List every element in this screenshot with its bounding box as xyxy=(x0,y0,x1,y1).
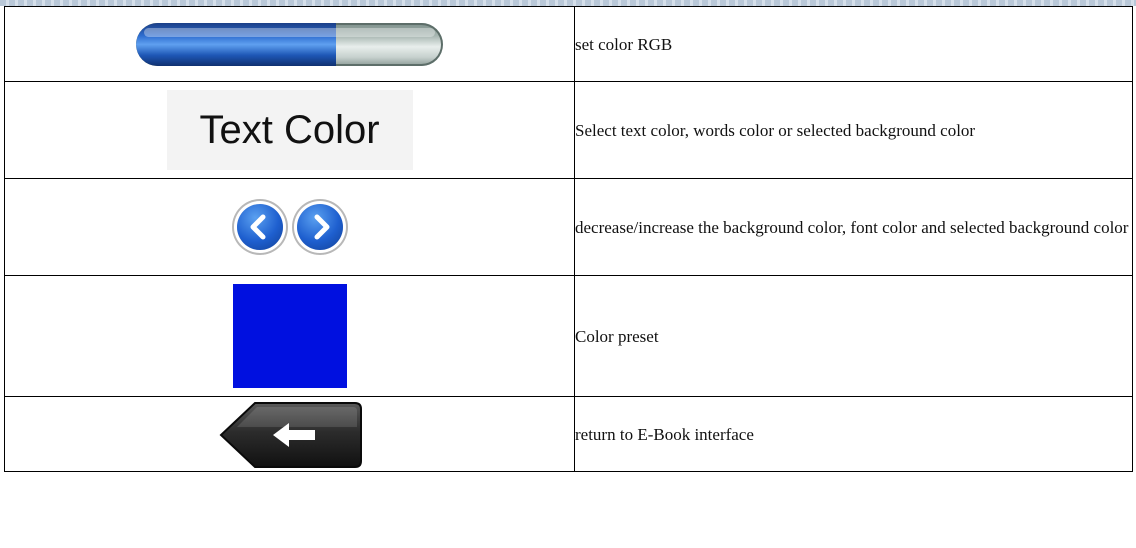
icon-cell: Text Color xyxy=(4,81,575,179)
back-arrow-icon xyxy=(219,402,362,468)
chevron-left-icon[interactable] xyxy=(236,204,283,250)
icon-cell xyxy=(4,6,575,82)
chevron-right-icon[interactable] xyxy=(296,204,343,250)
back-arrow-button[interactable] xyxy=(217,401,363,469)
table-row: return to E-Book interface xyxy=(4,396,1133,472)
table-row: Color preset xyxy=(4,275,1133,397)
description-cell: Select text color, words color or select… xyxy=(574,81,1133,179)
description-cell: return to E-Book interface xyxy=(574,396,1133,472)
table-row: Text Color Select text color, words colo… xyxy=(4,81,1133,179)
description-cell: decrease/increase the background color, … xyxy=(574,178,1133,276)
icon-cell xyxy=(4,178,575,276)
icon-description-table: set color RGB Text Color Select text col… xyxy=(4,6,1133,472)
icon-cell xyxy=(4,275,575,397)
icon-cell xyxy=(4,396,575,472)
description-cell: set color RGB xyxy=(574,6,1133,82)
description-cell: Color preset xyxy=(574,275,1133,397)
rgb-slider[interactable] xyxy=(136,22,443,66)
table-row: set color RGB xyxy=(4,6,1133,82)
table-row: decrease/increase the background color, … xyxy=(4,178,1133,276)
color-preset-swatch[interactable] xyxy=(232,284,347,388)
text-color-button[interactable]: Text Color xyxy=(166,90,413,170)
slider-gloss xyxy=(144,27,435,37)
